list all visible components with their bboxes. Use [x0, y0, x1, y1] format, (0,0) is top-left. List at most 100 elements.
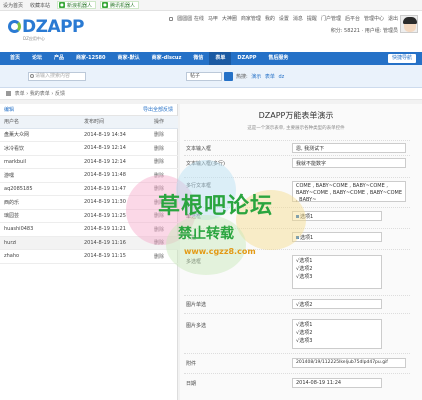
breadcrumb-my-forms[interactable]: 我的表单 [30, 91, 50, 97]
checkbox-option[interactable]: √选项2 [296, 265, 378, 273]
bookmark-link[interactable]: 收藏本站 [30, 2, 50, 9]
delete-button[interactable]: 删除 [150, 168, 178, 183]
delete-button[interactable]: 删除 [150, 182, 178, 196]
bot-icon: ● [59, 2, 66, 8]
checkbox-option[interactable]: √选项3 [296, 273, 378, 281]
messages-link[interactable]: 消息 [293, 15, 303, 22]
username-link[interactable]: 圆圆圆 在线 [177, 15, 204, 22]
search-icon [30, 74, 34, 78]
date-input[interactable]: 2014-08-19 11:24 [292, 378, 382, 388]
textarea-input[interactable]: 我就不能数字 [292, 158, 406, 168]
nav-item-products[interactable]: 产品 [48, 52, 70, 65]
table-row[interactable]: aq2085185 2014-8-19 11:47 删除 [0, 182, 178, 196]
row-username[interactable]: 冰冷看饮 [0, 141, 80, 156]
field-longtext: 多行文本框 COME , BABY~COME , BABY~COME , BAB… [184, 177, 410, 203]
checkbox-group[interactable]: √选项1 √选项2 √选项3 [292, 255, 382, 289]
delete-button[interactable]: 删除 [150, 155, 178, 169]
row-username[interactable]: markbuil [0, 155, 80, 169]
field-select: 下拉 选项1 [184, 228, 410, 246]
sina-bot-button[interactable]: ● 新浪机器人 [57, 1, 97, 9]
row-username[interactable]: hurzi [0, 236, 80, 250]
nav-item-merchant-default[interactable]: 商家-默认 [112, 52, 146, 65]
radio-group[interactable]: 选项1 [292, 211, 382, 221]
nav-item-home[interactable]: 首页 [4, 52, 26, 65]
settings-link[interactable]: 设置 [279, 15, 289, 22]
quick-nav-button[interactable]: 快捷导航 [387, 54, 416, 63]
col-action: 操作 [150, 116, 178, 129]
hot-item[interactable]: 演示 [251, 74, 261, 80]
image-checkbox-option[interactable]: √选项1 [296, 321, 378, 329]
row-username[interactable]: 游嘿 [0, 168, 80, 183]
vest-link[interactable]: 马甲 [208, 15, 218, 22]
edit-link[interactable]: 编辑 [4, 104, 14, 115]
home-icon[interactable] [6, 91, 11, 96]
attachment-link[interactable]: 201408/19/112225lkeljub75dlpd47pu.gif [292, 358, 406, 368]
search-input[interactable]: 请输入搜索内容 [28, 72, 86, 81]
table-row[interactable]: 盘薰大众网 2014-8-19 14:34 删除 [0, 128, 178, 142]
portal-admin-link[interactable]: 门户管理 [321, 15, 341, 22]
export-all-link[interactable]: 导出全部反馈 [143, 104, 173, 115]
delete-button[interactable]: 删除 [150, 236, 178, 250]
nav-item-after-sales[interactable]: 售后服务 [262, 52, 294, 65]
table-row[interactable]: 游嘿 2014-8-19 11:48 删除 [0, 168, 178, 183]
notices-link[interactable]: 提醒 [307, 15, 317, 22]
table-row[interactable]: 冰冷看饮 2014-8-19 12:14 删除 [0, 141, 178, 156]
breadcrumb-forms[interactable]: 表单 [15, 91, 25, 97]
checkbox-option[interactable]: √选项1 [296, 257, 378, 265]
col-time: 发布时间 [80, 116, 150, 129]
merchant-link[interactable]: 商家管理 [241, 15, 261, 22]
row-username[interactable]: aq2085185 [0, 182, 80, 196]
image-radio-group[interactable]: √选项2 [292, 299, 382, 309]
logout-link[interactable]: 退出 [388, 15, 398, 22]
field-label: 下拉 [186, 235, 197, 241]
select-input[interactable]: 选项1 [292, 232, 382, 242]
search-type-select[interactable]: 帖子 [186, 72, 222, 81]
row-username[interactable]: zhaho [0, 249, 80, 264]
text-input[interactable]: 恩, 我测试下 [292, 143, 406, 153]
table-row[interactable]: 璃园芸 2014-8-19 11:25 删除 [0, 209, 178, 223]
row-time: 2014-8-19 11:25 [80, 209, 150, 223]
table-row[interactable]: 西的乐 2014-8-19 11:30 删除 [0, 195, 178, 210]
row-username[interactable]: 璃园芸 [0, 209, 80, 223]
avatar[interactable] [400, 15, 418, 33]
delete-button[interactable]: 删除 [150, 141, 178, 156]
table-row[interactable]: hurzi 2014-8-19 11:16 删除 [0, 236, 178, 250]
field-label: 日期 [186, 381, 197, 387]
delete-button[interactable]: 删除 [150, 128, 178, 142]
feedback-list-panel: 编辑 导出全部反馈 用户名 发布时间 操作 盘薰大众网 2014-8-19 14:… [0, 104, 178, 400]
longtext-input[interactable]: COME , BABY~COME , BABY~COME , BABY~COME… [292, 181, 406, 203]
nav-item-forms[interactable]: 表单 [209, 52, 232, 65]
delete-button[interactable]: 删除 [150, 249, 178, 264]
table-row[interactable]: markbuil 2014-8-19 12:14 删除 [0, 155, 178, 169]
delete-button[interactable]: 删除 [150, 209, 178, 223]
nav-item-merchant-discuz[interactable]: 商家-dlscuz [146, 52, 188, 65]
admin-center-link[interactable]: 管理中心 [364, 15, 384, 22]
field-attachment: 附件 201408/19/112225lkeljub75dlpd47pu.gif [184, 353, 410, 373]
image-checkbox-option[interactable]: √选项2 [296, 329, 378, 337]
set-homepage-link[interactable]: 设为首页 [3, 2, 23, 9]
nav-item-forum[interactable]: 论坛 [26, 52, 48, 65]
table-row[interactable]: huashi0483 2014-8-19 11:21 删除 [0, 222, 178, 237]
image-checkbox-option[interactable]: √选项3 [296, 337, 378, 345]
image-checkbox-group[interactable]: √选项1 √选项2 √选项3 [292, 319, 382, 349]
search-button[interactable] [224, 72, 233, 81]
site-logo[interactable]: DZAPP DZ应用中心 [6, 14, 85, 47]
hot-item[interactable]: dz [279, 74, 285, 80]
delete-button[interactable]: 删除 [150, 222, 178, 237]
god-circle-link[interactable]: 大神圈 [222, 15, 237, 22]
row-username[interactable]: huashi0483 [0, 222, 80, 237]
row-username[interactable]: 盘薰大众网 [0, 128, 80, 142]
my-link[interactable]: 我的 [265, 15, 275, 22]
field-radio: 单选框 选项1 [184, 207, 410, 225]
table-row[interactable]: zhaho 2014-8-19 11:15 删除 [0, 249, 178, 264]
row-username[interactable]: 西的乐 [0, 195, 80, 210]
nav-item-dzapp[interactable]: DZAPP [231, 52, 262, 65]
hot-item[interactable]: 表单 [265, 74, 275, 80]
lock-icon [169, 16, 174, 21]
tencent-bot-button[interactable]: ● 腾讯机器人 [100, 1, 140, 9]
nav-item-wechat[interactable]: 微信 [187, 52, 209, 65]
delete-button[interactable]: 删除 [150, 195, 178, 210]
backend-link[interactable]: 后平台 [345, 15, 360, 22]
form-title: DZAPP万能表单演示 [258, 111, 334, 120]
nav-item-merchant-12580[interactable]: 商家-12580 [70, 52, 111, 65]
